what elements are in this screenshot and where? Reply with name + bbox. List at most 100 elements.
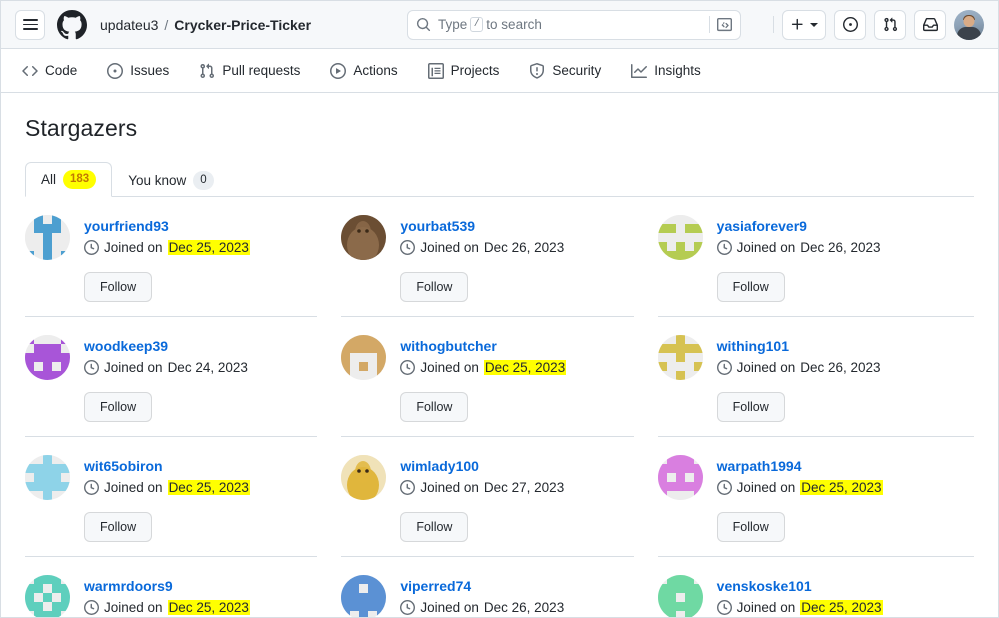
stargazer-avatar[interactable] bbox=[341, 575, 387, 617]
stargazer-username[interactable]: yourfriend93 bbox=[84, 216, 250, 236]
stargazer-username[interactable]: yourbat539 bbox=[400, 216, 564, 236]
repo-nav-actions[interactable]: Actions bbox=[323, 58, 404, 84]
joined-date: Dec 26, 2023 bbox=[483, 600, 565, 615]
search-divider bbox=[709, 16, 711, 33]
tab-all[interactable]: All 183 bbox=[25, 162, 113, 197]
follow-button[interactable]: Follow bbox=[400, 272, 469, 302]
stargazer-username[interactable]: woodkeep39 bbox=[84, 336, 248, 356]
stargazer-joined: Joined on Dec 26, 2023 bbox=[400, 600, 564, 615]
hamburger-menu-icon[interactable] bbox=[15, 9, 45, 40]
repo-nav-security-label: Security bbox=[552, 63, 602, 78]
stargazer-avatar[interactable] bbox=[657, 575, 703, 617]
search-icon bbox=[416, 17, 431, 32]
issues-icon bbox=[842, 17, 858, 32]
breadcrumb-separator: / bbox=[164, 16, 169, 33]
follow-button[interactable]: Follow bbox=[716, 272, 785, 302]
stargazer-card: viperred74 Joined on Dec 26, 2023 bbox=[341, 557, 633, 617]
inbox-button[interactable] bbox=[914, 9, 946, 40]
joined-date: Dec 25, 2023 bbox=[167, 600, 250, 615]
stargazer-username[interactable]: withogbutcher bbox=[400, 336, 566, 356]
stargazer-username[interactable]: wit65obiron bbox=[84, 456, 250, 476]
repo-nav-pull-requests[interactable]: Pull requests bbox=[192, 58, 307, 84]
stargazer-avatar[interactable] bbox=[657, 335, 703, 380]
follow-button[interactable]: Follow bbox=[84, 392, 153, 422]
avatar-face bbox=[963, 15, 975, 27]
stargazer-avatar[interactable] bbox=[657, 455, 703, 500]
stargazer-card: withogbutcher Joined on Dec 25, 2023 Follow bbox=[341, 317, 634, 437]
table-icon bbox=[427, 62, 444, 79]
pull-requests-button[interactable] bbox=[874, 9, 906, 40]
stargazer-joined: Joined on Dec 25, 2023 bbox=[84, 240, 250, 255]
clock-icon bbox=[716, 360, 732, 375]
repo-nav-code-label: Code bbox=[45, 63, 78, 78]
stargazer-avatar[interactable] bbox=[25, 575, 70, 617]
stargazer-avatar[interactable] bbox=[341, 215, 387, 260]
stargazer-username[interactable]: viperred74 bbox=[400, 576, 564, 596]
stargazer-username[interactable]: wimlady100 bbox=[400, 456, 564, 476]
stargazer-info: wimlady100 Joined on Dec 27, 2023 Follow bbox=[400, 455, 564, 542]
breadcrumb-owner[interactable]: updateu3 bbox=[100, 17, 158, 33]
create-new-button[interactable] bbox=[782, 9, 826, 40]
search-input[interactable]: Type / to search bbox=[407, 9, 742, 40]
follow-button[interactable]: Follow bbox=[716, 392, 785, 422]
stargazer-username[interactable]: venskoske101 bbox=[717, 576, 883, 596]
stargazer-joined: Joined on Dec 25, 2023 bbox=[716, 480, 883, 495]
shield-icon bbox=[530, 62, 545, 79]
joined-prefix: Joined on bbox=[104, 600, 163, 615]
repo-nav-security[interactable]: Security bbox=[522, 58, 608, 84]
follow-button[interactable]: Follow bbox=[716, 512, 785, 542]
github-logo-icon[interactable] bbox=[57, 9, 87, 40]
follow-button[interactable]: Follow bbox=[400, 392, 469, 422]
joined-date: Dec 25, 2023 bbox=[167, 240, 250, 255]
stargazer-avatar[interactable] bbox=[341, 455, 387, 500]
stargazer-card: woodkeep39 Joined on Dec 24, 2023 Follow bbox=[25, 317, 318, 437]
clock-icon bbox=[400, 240, 416, 255]
repo-nav-projects[interactable]: Projects bbox=[421, 58, 507, 84]
play-icon bbox=[330, 62, 347, 79]
stargazer-card: venskoske101 Joined on Dec 25, 2023 bbox=[657, 557, 974, 617]
stargazer-joined: Joined on Dec 27, 2023 bbox=[400, 480, 564, 495]
joined-prefix: Joined on bbox=[104, 360, 163, 375]
repo-nav-issues-label: Issues bbox=[130, 63, 170, 78]
tab-you-know[interactable]: You know 0 bbox=[112, 162, 229, 197]
joined-prefix: Joined on bbox=[104, 240, 163, 255]
stargazer-username[interactable]: yasiaforever9 bbox=[717, 216, 881, 236]
joined-prefix: Joined on bbox=[736, 240, 796, 255]
issues-icon bbox=[107, 62, 124, 79]
stargazer-card: yasiaforever9 Joined on Dec 26, 2023 Follow bbox=[657, 197, 974, 317]
issues-button[interactable] bbox=[834, 9, 866, 40]
stargazer-joined: Joined on Dec 25, 2023 bbox=[84, 480, 250, 495]
stargazer-username[interactable]: withing101 bbox=[717, 336, 881, 356]
stargazer-info: withogbutcher Joined on Dec 25, 2023 Follow bbox=[400, 335, 567, 422]
breadcrumb: updateu3 / Crycker-Price-Ticker bbox=[100, 17, 311, 33]
breadcrumb-repo[interactable]: Crycker-Price-Ticker bbox=[174, 17, 311, 33]
slash-key-hint: / bbox=[470, 17, 484, 32]
stargazer-card: wimlady100 Joined on Dec 27, 2023 Follow bbox=[341, 437, 634, 557]
search-placeholder-before: Type bbox=[438, 17, 468, 32]
follow-button[interactable]: Follow bbox=[84, 272, 153, 302]
stargazer-info: viperred74 Joined on Dec 26, 2023 bbox=[400, 575, 564, 615]
search-placeholder: Type / to search bbox=[438, 17, 702, 32]
stargazer-username[interactable]: warpath1994 bbox=[717, 456, 883, 476]
stargazer-joined: Joined on Dec 26, 2023 bbox=[716, 360, 881, 375]
user-avatar[interactable] bbox=[954, 9, 984, 40]
stargazer-avatar[interactable] bbox=[25, 335, 70, 380]
terminal-icon[interactable] bbox=[717, 17, 733, 32]
clock-icon bbox=[84, 240, 99, 255]
stargazer-avatar[interactable] bbox=[341, 335, 387, 380]
repo-nav-pull-requests-label: Pull requests bbox=[222, 63, 301, 78]
stargazer-avatar[interactable] bbox=[25, 455, 70, 500]
main-content: Stargazers All 183 You know 0 yourfriend… bbox=[1, 93, 998, 617]
stargazer-username[interactable]: warmrdoors9 bbox=[84, 576, 250, 596]
stargazer-card: warmrdoors9 Joined on Dec 25, 2023 bbox=[25, 557, 317, 617]
repo-nav-insights[interactable]: Insights bbox=[624, 58, 708, 84]
follow-button[interactable]: Follow bbox=[84, 512, 153, 542]
follow-button[interactable]: Follow bbox=[400, 512, 469, 542]
header-actions bbox=[773, 9, 984, 40]
repo-nav-code[interactable]: Code bbox=[15, 58, 84, 84]
tab-all-label: All bbox=[41, 172, 57, 187]
stargazer-avatar[interactable] bbox=[25, 215, 70, 260]
repo-nav-issues[interactable]: Issues bbox=[100, 58, 176, 84]
joined-date: Dec 25, 2023 bbox=[167, 480, 250, 495]
stargazer-avatar[interactable] bbox=[657, 215, 703, 260]
